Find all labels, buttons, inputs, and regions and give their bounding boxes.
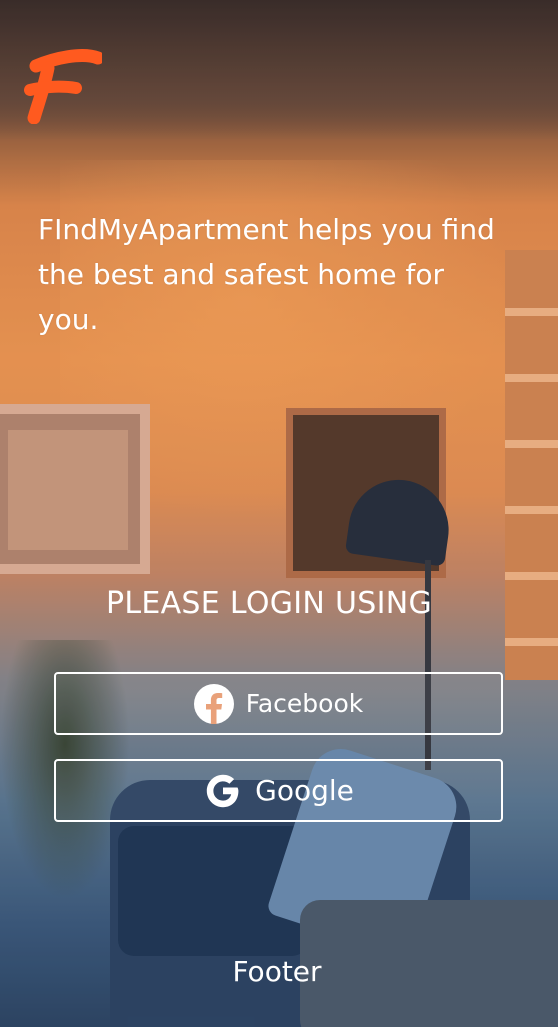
google-button-label: Google bbox=[255, 774, 354, 807]
login-heading: PLEASE LOGIN USING bbox=[105, 586, 433, 621]
facebook-button-label: Facebook bbox=[245, 689, 364, 718]
facebook-login-button[interactable]: Facebook bbox=[54, 672, 503, 735]
google-icon bbox=[206, 774, 239, 807]
background-photo bbox=[0, 0, 558, 1027]
tagline: FIndMyApartment helps you find the best … bbox=[38, 213, 495, 336]
google-login-button[interactable]: Google bbox=[54, 759, 503, 822]
facebook-icon bbox=[193, 683, 234, 724]
findmyapartment-logo-icon bbox=[24, 49, 102, 124]
footer: Footer bbox=[232, 955, 322, 988]
